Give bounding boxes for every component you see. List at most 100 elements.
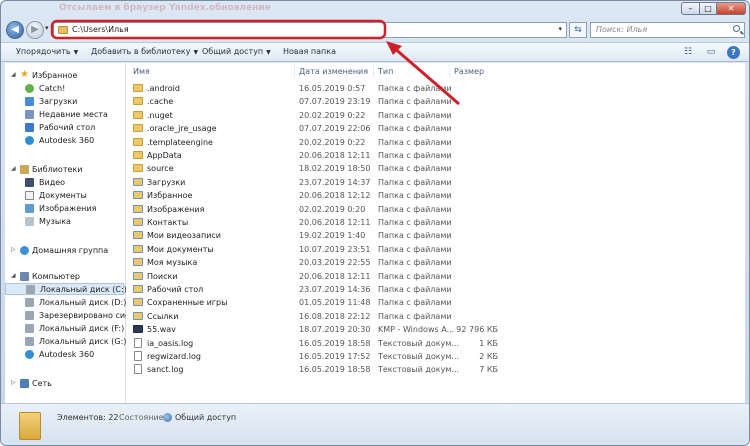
- table-row[interactable]: AppData 20.06.2018 12:11 Папка с файлами: [126, 149, 506, 162]
- file-name: .templateengine: [147, 137, 213, 147]
- nav-item-recent[interactable]: Недавние места: [5, 109, 124, 121]
- nav-item-autodesk[interactable]: Autodesk 360: [5, 135, 124, 147]
- table-row[interactable]: .nuget 20.02.2019 0:22 Папка с файлами: [126, 109, 506, 122]
- nav-network-label: Сеть: [32, 379, 52, 388]
- chevron-down-icon: ▼: [73, 49, 79, 56]
- file-type: Папка с файлами: [378, 285, 452, 294]
- table-row[interactable]: sanct.log 16.05.2019 18:58 Текстовый докум…: [126, 363, 506, 376]
- star-icon: ★: [20, 69, 29, 80]
- close-button[interactable]: ✕: [716, 2, 746, 15]
- nav-item-reserved[interactable]: Зарезервировано систем: [5, 310, 145, 322]
- file-date: 07.07.2019 23:19: [299, 97, 371, 107]
- column-divider[interactable]: [294, 65, 295, 77]
- address-path[interactable]: C:\Users\Илья: [72, 25, 129, 34]
- special-folder-icon: [133, 285, 143, 293]
- add-to-library-button[interactable]: Добавить в библиотеку ▼: [91, 47, 198, 56]
- history-dropdown[interactable]: ▾: [45, 24, 49, 32]
- file-date: 02.02.2019 0:20: [299, 204, 366, 214]
- preview-pane-button[interactable]: ▭: [704, 46, 718, 59]
- column-header-type[interactable]: Тип: [378, 67, 393, 76]
- nav-libraries-label: Библиотеки: [32, 165, 83, 174]
- table-row[interactable]: .oracle_jre_usage 07.07.2019 22:06 Папка с…: [126, 122, 506, 135]
- nav-favorites[interactable]: ◢ ★ Избранное: [5, 69, 124, 82]
- table-row[interactable]: .templateengine 20.02.2019 0:22 Папка с фа…: [126, 136, 506, 149]
- special-folder-icon: [133, 271, 143, 280]
- table-row[interactable]: Поиски 20.06.2018 12:11 Папка с файлами: [126, 270, 506, 283]
- column-divider[interactable]: [373, 65, 374, 77]
- file-name: regwizard.log: [147, 352, 201, 361]
- column-header-size[interactable]: Размер: [454, 67, 484, 76]
- column-header-date[interactable]: Дата изменения: [299, 67, 368, 76]
- preview-pane-icon: ▭: [706, 47, 716, 57]
- table-row[interactable]: Мои видеозаписи 19.02.2019 1:40 Папка с фа…: [126, 229, 506, 242]
- table-row[interactable]: .cache 07.07.2019 23:19 Папка с файлами: [126, 95, 506, 108]
- table-row[interactable]: Рабочий стол 23.07.2019 14:36 Папка с файл…: [126, 283, 506, 296]
- nav-item-downloads[interactable]: Загрузки: [5, 96, 124, 108]
- nav-libraries[interactable]: ◢ Библиотеки: [5, 164, 124, 176]
- table-row[interactable]: Изображения 02.02.2019 0:20 Папка с файлам…: [126, 203, 506, 216]
- forward-button[interactable]: ▶: [26, 21, 44, 39]
- table-row[interactable]: .android 16.05.2019 0:57 Папка с файлами: [126, 82, 506, 95]
- help-button[interactable]: ?: [727, 46, 740, 59]
- nav-item-drive-c[interactable]: Локальный диск (C:): [5, 283, 127, 295]
- view-options-button[interactable]: ☷: [681, 46, 695, 59]
- table-row[interactable]: Ссылки 16.08.2018 22:12 Папка с файлами: [126, 310, 506, 323]
- table-row[interactable]: Мои документы 10.07.2019 23:51 Папка с фай…: [126, 243, 506, 256]
- table-row[interactable]: 55.wav 18.07.2019 20:30 KMP - Windows A...…: [126, 323, 506, 336]
- share-button[interactable]: Общий доступ ▼: [202, 47, 271, 56]
- organize-button[interactable]: Упорядочить ▼: [16, 47, 78, 56]
- nav-item-label: Autodesk 360: [39, 350, 95, 359]
- nav-homegroup[interactable]: ▷ Домашняя группа: [5, 245, 124, 257]
- special-folder-icon: [133, 244, 143, 253]
- table-row[interactable]: ia_oasis.log 16.05.2019 18:58 Текстовый до…: [126, 337, 506, 350]
- back-button[interactable]: ◀: [6, 21, 24, 39]
- minimize-button[interactable]: –: [681, 2, 700, 15]
- nav-item-label: Рабочий стол: [39, 123, 96, 132]
- nav-item-music[interactable]: Музыка: [5, 216, 124, 228]
- file-date: 16.05.2019 18:58: [299, 365, 371, 375]
- nav-homegroup-label: Домашняя группа: [32, 246, 109, 255]
- file-type: Папка с файлами: [378, 191, 452, 201]
- nav-item-drive-g[interactable]: Локальный диск (G:): [5, 336, 127, 348]
- table-row[interactable]: Моя музыка 20.03.2019 22:55 Папка с файлам…: [126, 256, 506, 269]
- table-row[interactable]: Избранное 20.06.2018 12:12 Папка с файлами: [126, 189, 506, 202]
- nav-item-catch[interactable]: Catch!: [5, 83, 124, 95]
- nav-item-autodesk-computer[interactable]: Autodesk 360: [5, 349, 124, 361]
- column-header-name[interactable]: Имя: [133, 67, 150, 76]
- nav-item-images[interactable]: Изображения: [5, 203, 124, 215]
- nav-item-drive-f[interactable]: Локальный диск (F:): [5, 323, 124, 335]
- file-name: AppData: [147, 151, 182, 160]
- nav-item-desktop[interactable]: Рабочий стол: [5, 122, 124, 134]
- nav-item-label: Недавние места: [39, 110, 108, 119]
- address-dropdown[interactable]: ▾: [558, 25, 562, 33]
- file-date: 23.07.2019 14:37: [299, 177, 371, 187]
- file-type: Папка с файлами: [378, 271, 452, 281]
- file-date: 16.05.2019 17:52: [299, 352, 371, 361]
- nav-item-documents[interactable]: Документы: [5, 190, 124, 202]
- chevron-down-icon: ▼: [193, 49, 199, 56]
- address-row: ◀ ▶ ▾ C:\Users\Илья ▾ ⇆ Поиск: Илья: [1, 18, 749, 42]
- new-folder-button[interactable]: Новая папка: [283, 47, 336, 56]
- music-icon: [25, 217, 34, 226]
- table-row[interactable]: Контакты 20.06.2018 12:11 Папка с файлами: [126, 216, 506, 229]
- special-folder-icon: [133, 258, 143, 267]
- nav-computer[interactable]: ◢ Компьютер: [5, 271, 124, 283]
- table-row[interactable]: source 18.02.2019 18:50 Папка с файлами: [126, 162, 506, 175]
- maximize-button[interactable]: □: [699, 2, 717, 15]
- nav-item-label: Локальный диск (G:): [39, 337, 127, 346]
- nav-item-video[interactable]: Видео: [5, 177, 124, 189]
- file-date: 20.06.2018 12:11: [299, 271, 371, 281]
- text-file-icon: [134, 337, 142, 348]
- column-divider[interactable]: [449, 65, 450, 77]
- table-row[interactable]: regwizard.log 16.05.2019 17:52 Текстовый д…: [126, 350, 506, 363]
- address-bar[interactable]: C:\Users\Илья ▾: [53, 22, 567, 38]
- nav-item-drive-d[interactable]: Локальный диск (D:): [5, 297, 126, 309]
- folder-icon: [133, 151, 143, 159]
- table-row[interactable]: Сохраненные игры 01.05.2019 11:48 Папка с …: [126, 296, 506, 309]
- refresh-button[interactable]: ⇆: [569, 22, 587, 38]
- search-input[interactable]: Поиск: Илья: [590, 22, 745, 38]
- details-pane: Элементов: 22 Состояние: Общий доступ: [1, 403, 749, 445]
- table-row[interactable]: Загрузки 23.07.2019 14:37 Папка с файлами: [126, 176, 506, 189]
- nav-network[interactable]: ▷ Сеть: [5, 378, 124, 390]
- nav-item-label: Загрузки: [39, 97, 78, 106]
